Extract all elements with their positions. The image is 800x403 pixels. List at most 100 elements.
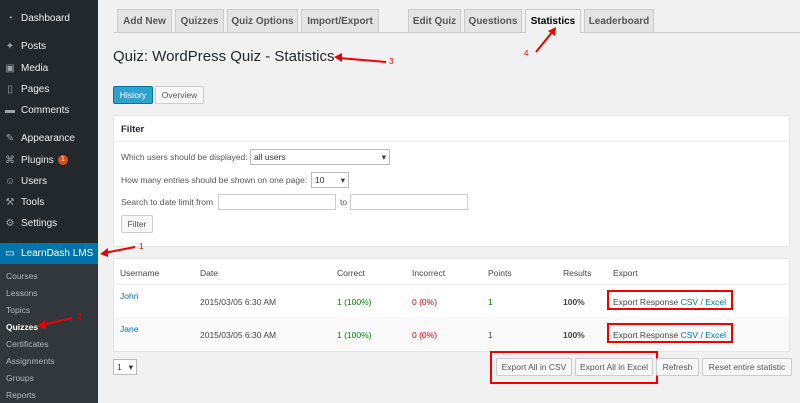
menu-appearance[interactable]: ✎ Appearance (0, 128, 98, 148)
history-button[interactable]: History (113, 86, 153, 104)
tab-statistics[interactable]: Statistics (525, 9, 581, 33)
column-header-results: Results (563, 268, 592, 278)
row-incorrect: 0 (0%) (412, 297, 438, 307)
row-date: 2015/03/05 6:30 AM (200, 330, 277, 340)
menu-label: Pages (21, 83, 50, 95)
menu-label: LearnDash LMS (21, 248, 94, 259)
page-title: Quiz: WordPress Quiz - Statistics (113, 48, 335, 65)
filter-button[interactable]: Filter (121, 215, 153, 233)
menu-label: Comments (21, 104, 70, 116)
row-results: 100% (563, 297, 585, 307)
header-divider (114, 284, 789, 285)
menu-learndash-lms[interactable]: ▭ LearnDash LMS (0, 243, 98, 264)
submenu-topics[interactable]: Topics (6, 305, 30, 315)
annotation-arrowhead-3 (334, 53, 342, 62)
column-header-username: Username (120, 268, 160, 278)
submenu-assignments[interactable]: Assignments (6, 356, 55, 366)
menu-label: Posts (21, 40, 47, 52)
menu-posts[interactable]: ✦ Posts (0, 36, 98, 56)
learndash-icon: ▭ (5, 248, 15, 259)
annotation-number-1: 1 (139, 242, 144, 251)
tab-divider (113, 32, 800, 33)
entries-select[interactable]: 10 ▾ (311, 172, 349, 188)
annotation-number-2: 2 (77, 312, 82, 321)
row-points: 1 (488, 297, 493, 307)
column-header-incorrect: Incorrect (412, 268, 446, 278)
submenu-quizzes[interactable]: Quizzes (6, 322, 38, 332)
menu-users[interactable]: ☺ Users (0, 171, 98, 191)
submenu-lessons[interactable]: Lessons (6, 288, 38, 298)
menu-tools[interactable]: ⚒ Tools (0, 192, 98, 212)
wrench-icon: ⚒ (5, 196, 15, 208)
page-select[interactable]: 1 ▾ (113, 359, 137, 375)
row-correct: 1 (100%) (337, 297, 372, 307)
submenu-reports[interactable]: Reports (6, 390, 36, 400)
users-select[interactable]: all users ▾ (250, 149, 390, 165)
date-from-input[interactable] (218, 194, 336, 210)
learndash-submenu: Courses Lessons Topics Quizzes Certifica… (0, 264, 98, 403)
menu-label: Tools (21, 196, 45, 208)
divider (114, 141, 789, 142)
date-to-label: to (340, 197, 348, 207)
submenu-groups[interactable]: Groups (6, 373, 34, 383)
row-username-link[interactable]: Jane (120, 324, 138, 334)
menu-comments[interactable]: ▬ Comments (0, 100, 98, 120)
row-points: 1 (488, 330, 493, 340)
column-header-correct: Correct (337, 268, 365, 278)
tab-questions[interactable]: Questions (464, 9, 522, 32)
annotation-arrowhead-1 (100, 248, 108, 257)
menu-plugins[interactable]: ⌘ Plugins 1 (0, 150, 98, 170)
dashboard-icon: ◔ (6, 12, 14, 24)
menu-pages[interactable]: ▯ Pages (0, 79, 98, 99)
filter-title: Filter (121, 124, 145, 135)
users-filter-label: Which users should be displayed: (121, 152, 248, 162)
annotation-arrow-4 (535, 30, 554, 53)
column-header-date: Date (200, 268, 218, 278)
highlight-box (607, 323, 733, 343)
row-results: 100% (563, 330, 585, 340)
tab-import-export[interactable]: Import/Export (301, 9, 379, 32)
annotation-number-3: 3 (389, 57, 394, 66)
menu-label: Dashboard (21, 12, 70, 24)
overview-button[interactable]: Overview (155, 86, 204, 104)
comment-icon: ▬ (5, 104, 15, 116)
tab-quizzes[interactable]: Quizzes (175, 9, 224, 32)
tab-leaderboard[interactable]: Leaderboard (584, 9, 654, 32)
submenu-certificates[interactable]: Certificates (6, 339, 49, 349)
refresh-button[interactable]: Refresh (656, 358, 699, 376)
tab-quiz-options[interactable]: Quiz Options (227, 9, 298, 32)
menu-label: Appearance (21, 132, 75, 144)
dropdown-arrow-icon: ▾ (340, 174, 345, 185)
entries-select-value: 10 (315, 175, 325, 185)
export-all-excel-button[interactable]: Export All in Excel (575, 358, 653, 376)
annotation-number-4: 4 (524, 49, 529, 58)
menu-settings[interactable]: ⚙ Settings (0, 213, 98, 233)
tab-edit-quiz[interactable]: Edit Quiz (408, 9, 461, 32)
pages-icon: ▯ (7, 83, 13, 95)
column-header-export: Export (613, 268, 638, 278)
pin-icon: ✦ (5, 40, 15, 52)
admin-sidebar: ◔ Dashboard ✦ Posts ▣ Media ▯ Pages ▬ Co… (0, 0, 98, 403)
dropdown-arrow-icon: ▾ (381, 151, 386, 162)
page-select-value: 1 (117, 362, 122, 372)
row-incorrect: 0 (0%) (412, 330, 438, 340)
entries-filter-label: How many entries should be shown on one … (121, 175, 308, 185)
reset-statistic-button[interactable]: Reset entire statistic (702, 358, 792, 376)
user-icon: ☺ (4, 175, 16, 187)
date-to-input[interactable] (350, 194, 468, 210)
submenu-courses[interactable]: Courses (6, 271, 38, 281)
plug-icon: ⌘ (5, 154, 15, 166)
filter-panel: Filter Which users should be displayed: … (113, 115, 790, 247)
tab-add-new[interactable]: Add New (117, 9, 172, 32)
users-select-value: all users (254, 152, 286, 162)
menu-media[interactable]: ▣ Media (0, 58, 98, 78)
row-username-link[interactable]: John (120, 291, 138, 301)
brush-icon: ✎ (5, 132, 15, 144)
settings-icon: ⚙ (5, 217, 15, 229)
menu-dashboard[interactable]: ◔ Dashboard (0, 8, 98, 28)
export-all-csv-button[interactable]: Export All in CSV (496, 358, 572, 376)
menu-label: Users (21, 175, 48, 187)
annotation-arrow-3 (338, 57, 387, 63)
column-header-points: Points (488, 268, 512, 278)
media-icon: ▣ (5, 62, 15, 74)
